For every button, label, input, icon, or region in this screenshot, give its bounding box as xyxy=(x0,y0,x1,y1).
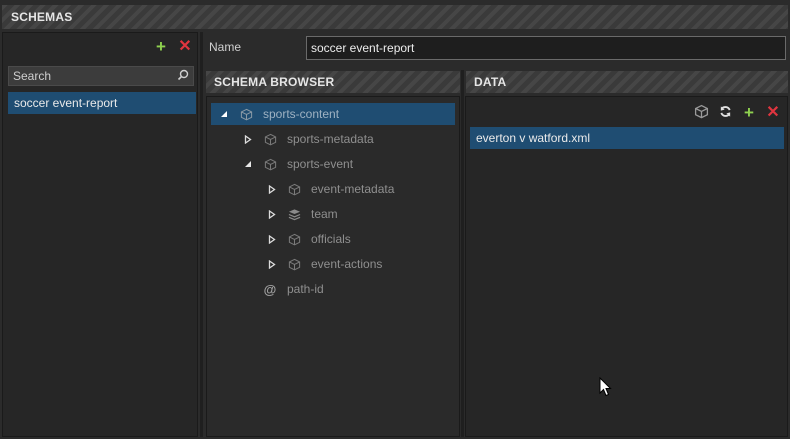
data-list-item[interactable]: everton v watford.xml xyxy=(470,127,784,149)
refresh-button[interactable] xyxy=(717,105,733,121)
tree-node-label: sports-metadata xyxy=(287,132,374,146)
schema-cube-button[interactable] xyxy=(693,104,709,122)
schemas-header: SCHEMAS xyxy=(2,5,788,29)
cube-icon xyxy=(263,132,277,146)
cube-icon xyxy=(287,182,301,196)
cube-icon xyxy=(287,232,301,246)
tree-node-team[interactable]: team xyxy=(267,203,338,225)
close-icon: ✕ xyxy=(766,104,780,121)
add-data-button[interactable]: + xyxy=(741,103,757,122)
remove-data-button[interactable]: ✕ xyxy=(765,105,781,121)
data-panel: + ✕ everton v watford.xml xyxy=(465,96,788,437)
tree-node-label: event-metadata xyxy=(311,182,395,196)
tree-node-label: team xyxy=(311,207,338,221)
expanded-arrow-icon[interactable] xyxy=(219,109,229,119)
cube-icon xyxy=(239,107,253,121)
schema-browser-title: SCHEMA BROWSER xyxy=(214,75,335,89)
schema-item-label: soccer event-report xyxy=(14,96,118,110)
tree-node-officials[interactable]: officials xyxy=(267,228,351,250)
tree-node-sports-metadata[interactable]: sports-metadata xyxy=(243,128,374,150)
collapsed-arrow-icon[interactable] xyxy=(267,234,277,244)
cube-icon xyxy=(287,257,301,271)
collapsed-arrow-icon[interactable] xyxy=(243,134,253,144)
tree-node-label: path-id xyxy=(287,282,324,296)
schema-list-item[interactable]: soccer event-report xyxy=(8,92,196,114)
search-input[interactable] xyxy=(13,69,177,83)
collapsed-arrow-icon[interactable] xyxy=(267,209,277,219)
name-label: Name xyxy=(209,40,242,54)
close-icon: ✕ xyxy=(178,38,192,55)
tree-node-label: officials xyxy=(311,232,351,246)
tree-node-label: sports-content xyxy=(263,107,340,121)
data-item-label: everton v watford.xml xyxy=(476,131,591,145)
schemas-title: SCHEMAS xyxy=(11,10,73,24)
data-header: DATA xyxy=(466,71,788,93)
tree-node-sports-content[interactable]: sports-content xyxy=(211,103,455,125)
plus-icon: + xyxy=(156,37,166,56)
tree-node-path-id[interactable]: @ path-id xyxy=(253,278,324,300)
splitter-middle[interactable] xyxy=(461,70,464,437)
at-icon: @ xyxy=(263,281,277,297)
tree-node-event-metadata[interactable]: event-metadata xyxy=(267,178,394,200)
collapsed-arrow-icon[interactable] xyxy=(267,259,277,269)
tree-node-label: event-actions xyxy=(311,257,383,271)
expanded-arrow-icon[interactable] xyxy=(243,159,253,169)
tree-node-event-actions[interactable]: event-actions xyxy=(267,253,382,275)
tree-node-sports-event[interactable]: sports-event xyxy=(243,153,353,175)
search-icon xyxy=(177,69,189,84)
name-field[interactable] xyxy=(306,36,786,60)
cube-icon xyxy=(694,104,709,122)
search-box[interactable] xyxy=(8,66,194,86)
schemas-toolbar: + ✕ xyxy=(153,37,193,56)
data-title: DATA xyxy=(474,75,507,89)
remove-schema-button[interactable]: ✕ xyxy=(177,39,193,55)
splitter-left[interactable] xyxy=(200,32,203,437)
data-toolbar: + ✕ xyxy=(693,103,781,122)
tree-node-label: sports-event xyxy=(287,157,354,171)
schema-browser-panel: sports-content sports-metadata sports-ev… xyxy=(206,96,460,437)
cube-icon xyxy=(263,157,277,171)
plus-icon: + xyxy=(744,103,754,122)
schemas-panel: + ✕ soccer event-report xyxy=(2,32,198,437)
refresh-icon xyxy=(719,105,732,121)
add-schema-button[interactable]: + xyxy=(153,37,169,56)
layers-icon xyxy=(287,207,301,221)
collapsed-arrow-icon[interactable] xyxy=(267,184,277,194)
schema-browser-header: SCHEMA BROWSER xyxy=(206,71,460,93)
mouse-pointer-icon xyxy=(599,376,612,400)
